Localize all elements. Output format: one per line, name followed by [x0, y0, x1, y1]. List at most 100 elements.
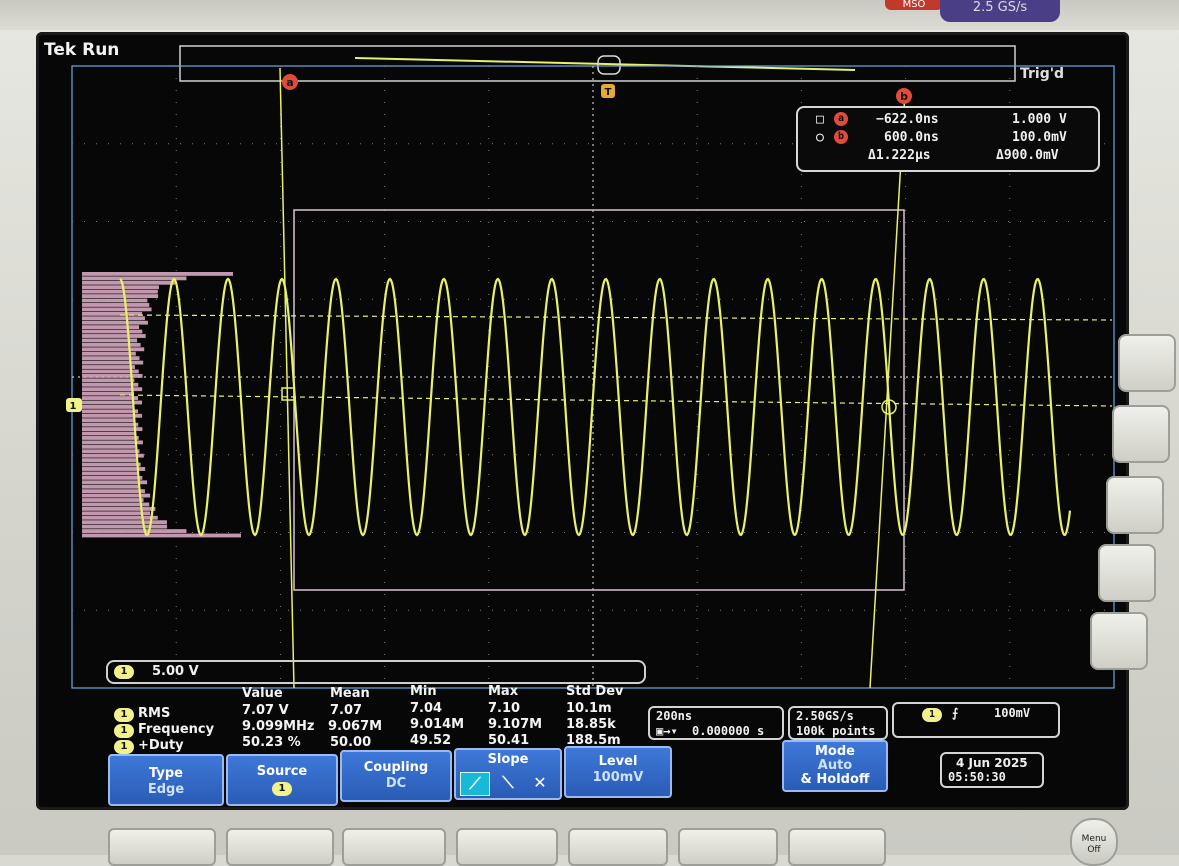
meas-row-3-channel: 1	[114, 740, 134, 754]
histogram-bin	[82, 489, 145, 494]
bezel-button-7[interactable]	[788, 828, 886, 866]
channel-1-trace	[119, 277, 1072, 537]
rising-slope-icon[interactable]: ⟋	[460, 772, 490, 796]
histogram-bin	[82, 391, 135, 396]
channel-1-scale[interactable]: 1 5.00 V	[106, 660, 646, 684]
date-day: 4 Jun 2025	[956, 756, 1028, 770]
softkey-type-label: Type	[149, 766, 183, 781]
softkey-coupling[interactable]: Coupling DC	[340, 750, 452, 802]
histogram-bin	[82, 524, 168, 529]
date-time-value: 05:50:30	[948, 770, 1006, 784]
side-button-2[interactable]	[1112, 405, 1170, 463]
meas-row-2-std: 18.85k	[566, 717, 616, 732]
histogram-bin	[82, 520, 167, 525]
cursor-a-badge: a	[834, 112, 848, 126]
histogram-bin	[82, 360, 144, 365]
histogram-bin	[82, 382, 139, 387]
softkey-type[interactable]: Type Edge	[108, 754, 224, 806]
softkey-slope[interactable]: Slope ⟋ ⟍ ✕	[454, 748, 562, 800]
trigger-readout[interactable]: 1 ⨍ 100mV	[892, 702, 1060, 738]
softkey-source[interactable]: Source 1	[226, 754, 338, 806]
channel-1-badge: 1	[114, 665, 134, 679]
histogram-bin	[82, 431, 135, 436]
meas-row-3-max: 50.41	[488, 733, 530, 748]
meas-row-1-max: 7.10	[488, 701, 521, 716]
cursor-b-marker-label: b	[900, 90, 908, 103]
bezel-button-2[interactable]	[226, 828, 334, 866]
acquisition-readout[interactable]: 2.50GS/s 100k points	[788, 706, 888, 740]
side-button-1[interactable]	[1118, 334, 1176, 392]
histogram-bin	[82, 502, 150, 507]
histogram-bin	[82, 475, 143, 480]
meas-header-max: Max	[488, 684, 519, 699]
histogram-bin	[82, 427, 143, 431]
histogram-bin	[82, 378, 135, 383]
meas-header-value: Value	[242, 686, 283, 701]
run-status: Tek Run	[44, 40, 119, 60]
side-button-4[interactable]	[1098, 544, 1156, 602]
date-time: 4 Jun 2025 05:50:30	[940, 752, 1044, 788]
histogram-bin	[82, 484, 140, 489]
softkey-coupling-value: DC	[385, 776, 407, 791]
cursor-delta-value: Δ900.0mV	[996, 148, 1059, 163]
bezel-button-6[interactable]	[678, 828, 778, 866]
meas-row-3-name: +Duty	[138, 738, 184, 753]
meas-header-min: Min	[410, 684, 437, 699]
side-button-5[interactable]	[1090, 612, 1148, 670]
meas-row-1-value: 7.07 V	[242, 703, 289, 718]
cursor-a-level	[119, 314, 1113, 321]
meas-row-2-value: 9.099MHz	[242, 719, 315, 734]
trigger-source-badge: 1	[922, 708, 942, 722]
softkey-coupling-label: Coupling	[363, 760, 429, 775]
delay-icon: ▣→▾	[656, 724, 678, 738]
meas-row-2-channel: 1	[114, 724, 134, 738]
histogram-bin	[82, 498, 144, 502]
meas-row-1-std: 10.1m	[566, 701, 612, 716]
meas-row-3-mean: 50.00	[330, 735, 372, 750]
histogram-bin	[82, 471, 138, 476]
either-slope-icon[interactable]: ✕	[526, 772, 554, 794]
histogram-bin	[82, 396, 139, 400]
falling-slope-icon[interactable]: ⟍	[494, 772, 522, 794]
meas-header-stddev: Std Dev	[566, 684, 624, 699]
histogram-bin	[82, 276, 187, 281]
rising-edge-icon: ⨍	[952, 706, 959, 720]
histogram-bin	[82, 449, 140, 454]
softkey-mode-value: Auto	[817, 758, 853, 773]
bezel-button-4[interactable]	[456, 828, 558, 866]
histogram-bin	[82, 307, 152, 312]
histogram-bin	[82, 303, 150, 307]
cursor-readout: □ a −622.0ns 1.000 V ○ b 600.0ns 100.0mV…	[796, 106, 1100, 172]
bezel-button-5[interactable]	[568, 828, 668, 866]
bezel-button-1[interactable]	[108, 828, 216, 866]
timebase-readout[interactable]: 200ns ▣→▾ 0.000000 s	[648, 706, 784, 740]
trigger-level: 100mV	[994, 706, 1031, 720]
menu-off-button[interactable]: Menu Off	[1070, 818, 1118, 866]
menu-off-label-1: Menu	[1081, 834, 1107, 844]
side-button-3[interactable]	[1106, 476, 1164, 534]
softkey-level-value: 100mV	[592, 770, 644, 785]
histogram-bin	[82, 409, 139, 414]
softkey-mode[interactable]: Mode Auto & Holdoff	[782, 740, 888, 792]
timebase-per-div: 200ns	[656, 709, 693, 723]
meas-row-3-min: 49.52	[410, 733, 452, 748]
meas-row-1-channel: 1	[114, 708, 134, 722]
histogram-bin	[82, 320, 148, 325]
softkey-level[interactable]: Level 100mV	[564, 746, 672, 798]
meas-row-2-mean: 9.067M	[328, 719, 383, 734]
histogram-bin	[82, 347, 145, 352]
histogram-bin	[82, 342, 141, 347]
histogram-bin	[82, 515, 158, 520]
menu-off-label-2: Off	[1087, 845, 1101, 855]
circle-icon: ○	[816, 130, 824, 145]
histogram-bin	[82, 316, 145, 321]
softkey-source-value: 1	[272, 782, 292, 796]
bezel-button-3[interactable]	[342, 828, 446, 866]
histogram-bin	[82, 440, 143, 445]
softkey-mode-extra: & Holdoff	[800, 772, 870, 787]
histogram-bin	[82, 334, 146, 338]
channel-1-ground-label: 1	[70, 401, 77, 412]
timebase-position: 0.000000 s	[692, 724, 765, 738]
histogram-bin	[82, 405, 135, 409]
record-length: 100k points	[796, 724, 876, 738]
